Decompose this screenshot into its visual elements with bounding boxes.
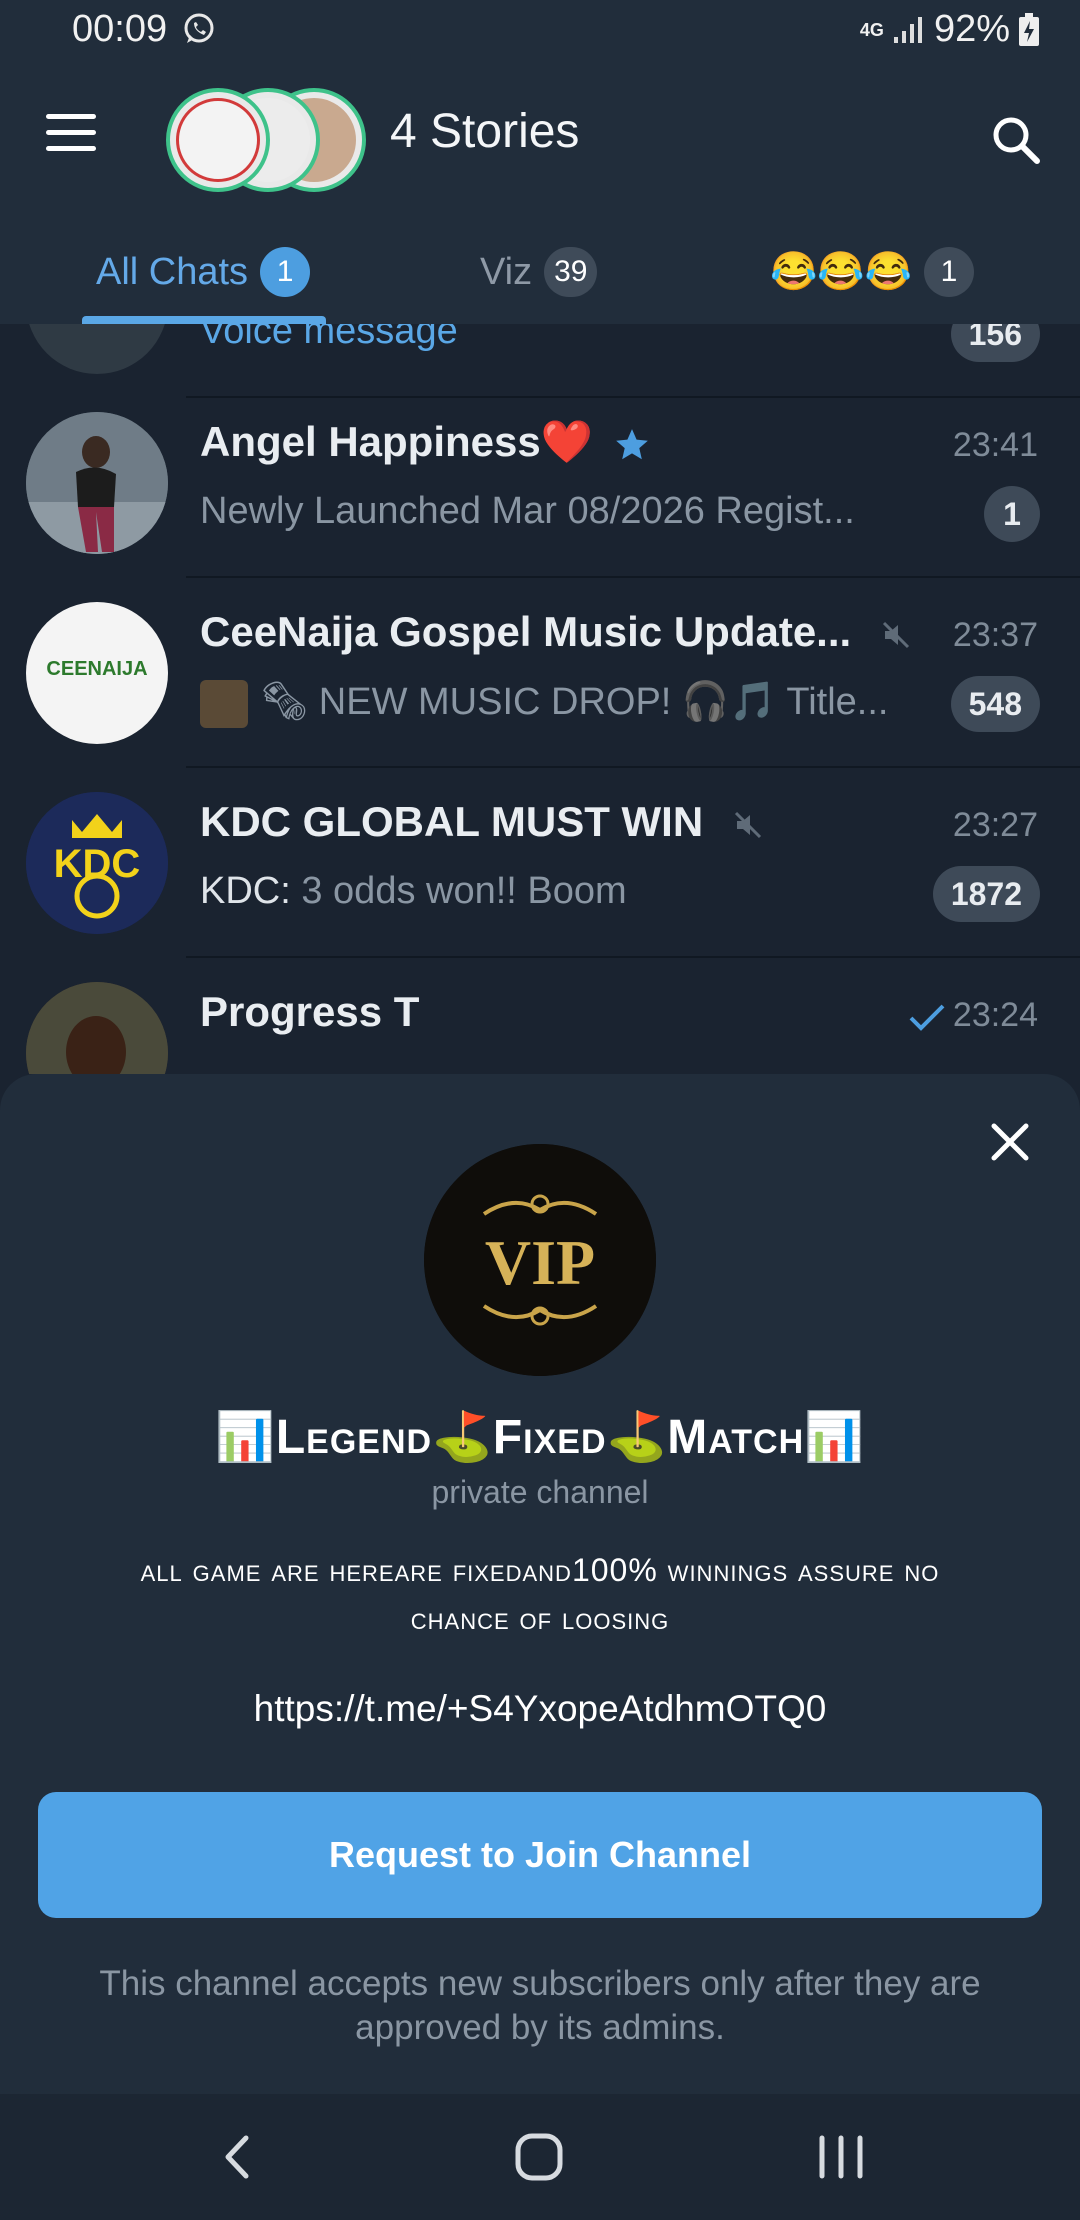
unread-count: 1872 [932, 866, 1040, 922]
channel-title: 📊Legend⛳Fixed⛳Match📊 [215, 1411, 865, 1464]
chat-name: KDC GLOBAL MUST WIN [200, 798, 763, 846]
tab-all-chats[interactable]: All Chats 1 [96, 232, 311, 312]
chat-preview-text: 🗞 NEW MUSIC DROP! 🎧🎵 Title... [260, 681, 889, 724]
stories-title[interactable]: 4 Stories [390, 104, 579, 159]
chat-row[interactable]: Voice message 156 [0, 324, 1080, 398]
avatar [26, 324, 168, 374]
join-channel-sheet: VIP 📊Legend⛳Fixed⛳Match📊 private channel… [0, 1074, 1080, 2094]
system-nav-bar [0, 2094, 1080, 2220]
story-avatar[interactable] [166, 88, 270, 192]
chat-preview: Voice message [200, 324, 458, 352]
signal-icon [893, 16, 922, 43]
tab-label: Viz [480, 250, 533, 293]
avatar-text: CEENAIJA [46, 658, 148, 680]
chat-row[interactable]: Progress T 23:24 [0, 958, 1080, 1074]
chat-preview: 🗞 NEW MUSIC DROP! 🎧🎵 Title... [200, 680, 888, 728]
chat-row[interactable]: Angel Happiness❤️ 23:41 Newly Launched M… [0, 388, 1080, 578]
channel-avatar-text: VIP [484, 1227, 596, 1298]
status-time: 00:09 [72, 8, 168, 50]
battery-charging-icon [1019, 12, 1039, 46]
folder-tabs: All Chats 1 Viz 39 😂😂😂 1 [0, 232, 1080, 324]
avatar: CEENAIJA [26, 602, 168, 744]
network-type: 4G [859, 19, 884, 40]
chat-time-text: 23:24 [952, 996, 1038, 1034]
channel-avatar: VIP [424, 1144, 656, 1376]
star-icon [615, 429, 648, 460]
mute-icon [882, 621, 909, 648]
unread-count: 548 [950, 676, 1040, 732]
tab-badge: 1 [923, 247, 974, 297]
sheet-footer-note: This channel accepts new subscribers onl… [99, 1964, 981, 2047]
unread-count: 1 [984, 486, 1040, 542]
tab-label: All Chats [96, 250, 249, 293]
chat-name-text: CeeNaija Gospel Music Update... [200, 608, 852, 655]
channel-description: all game are hereare fixedand100% winnin… [140, 1552, 940, 1636]
avatar: KDC [26, 792, 168, 934]
tab-laughing-emoji[interactable]: 😂😂😂 1 [770, 232, 974, 312]
avatar-text: KDC [53, 842, 141, 886]
channel-link[interactable]: https://t.me/+S4YxopeAtdhmOTQ0 [0, 1688, 1080, 1730]
tab-badge: 1 [260, 247, 311, 297]
chat-row[interactable]: CEENAIJA CeeNaija Gospel Music Update...… [0, 578, 1080, 768]
chat-preview: KDC: 3 odds won!! Boom [200, 870, 627, 913]
whatsapp-icon [184, 13, 214, 43]
chat-header: 4 Stories All Chats 1 Viz 39 😂😂😂 1 [0, 62, 1080, 324]
chat-time: 23:37 [952, 616, 1038, 654]
request-to-join-button[interactable]: Request to Join Channel [38, 1792, 1042, 1918]
chat-name: CeeNaija Gospel Music Update... [200, 608, 911, 656]
close-icon[interactable] [988, 1120, 1032, 1164]
avatar [26, 982, 168, 1074]
chat-time: 23:24 [907, 996, 1038, 1035]
chat-preview-text: 3 odds won!! Boom [301, 870, 627, 912]
back-icon[interactable] [202, 2124, 272, 2190]
menu-icon[interactable] [46, 114, 96, 154]
stories-avatars[interactable] [166, 88, 366, 192]
unread-count: 156 [950, 324, 1040, 362]
battery-percent: 92% [933, 8, 1010, 50]
mute-icon [734, 811, 761, 838]
search-icon[interactable] [990, 114, 1042, 166]
chat-name: Angel Happiness❤️ [200, 418, 651, 467]
chat-name-text: KDC GLOBAL MUST WIN [200, 798, 704, 845]
tab-badge: 39 [544, 247, 598, 297]
status-bar: 00:09 4G 92% [0, 0, 1080, 62]
active-tab-indicator [82, 316, 326, 324]
avatar [26, 412, 168, 554]
tab-label: 😂😂😂 [770, 251, 912, 293]
read-check-icon [909, 1004, 945, 1031]
channel-subtitle: private channel [431, 1474, 649, 1510]
home-icon[interactable] [504, 2124, 574, 2190]
chat-preview: Newly Launched Mar 08/2026 Regist... [200, 490, 855, 532]
status-right: 4G 92% [860, 8, 1040, 51]
tab-viz[interactable]: Viz 39 [480, 232, 598, 312]
chat-list[interactable]: Voice message 156 Angel Happiness❤️ 23:4… [0, 324, 1080, 1074]
chat-time: 23:41 [952, 426, 1038, 464]
chat-time: 23:27 [952, 806, 1038, 844]
recents-icon[interactable] [806, 2124, 876, 2190]
preview-sender: KDC: [200, 870, 291, 912]
chat-row[interactable]: KDC KDC GLOBAL MUST WIN 23:27 KDC: 3 odd… [0, 768, 1080, 958]
media-thumbnail [200, 680, 248, 728]
chat-name: Progress T [200, 988, 420, 1035]
chat-name-text: Angel Happiness❤️ [200, 418, 594, 465]
